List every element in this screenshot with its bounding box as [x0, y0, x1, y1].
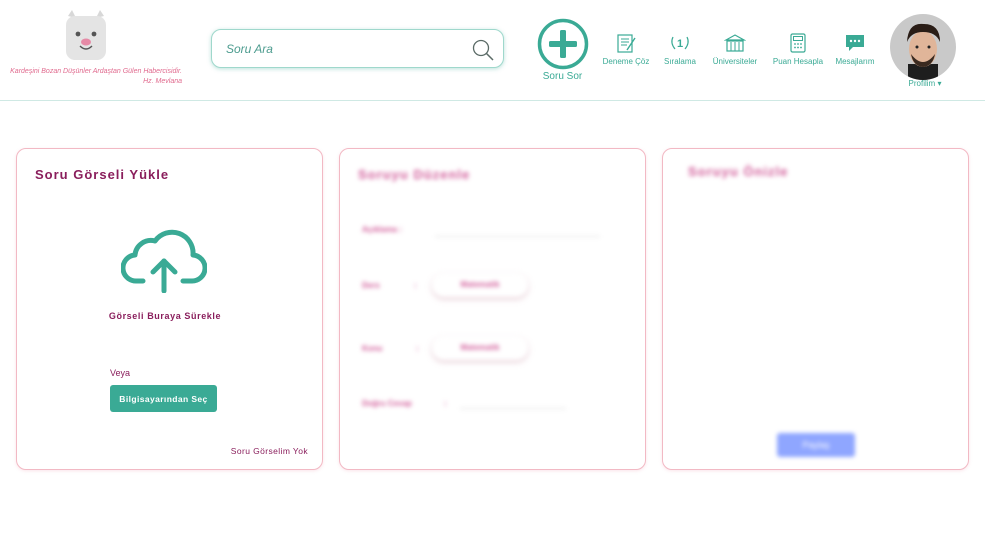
nav-item-calculator[interactable]: Puan Hesapla — [770, 32, 826, 66]
edit-card-title: Soruyu Düzenle — [358, 167, 471, 182]
edit-card: Soruyu Düzenle Açıklama : Ders : Matemat… — [339, 148, 646, 470]
topic-label: Konu — [362, 344, 383, 353]
search-input[interactable] — [226, 39, 466, 59]
description-label: Açıklama : — [362, 225, 403, 234]
nav-label-messages: Mesajlarım — [835, 57, 875, 66]
upload-card: Soru Görseli Yükle Görseli Buraya Sürekl… — [16, 148, 323, 470]
search-icon[interactable] — [471, 38, 495, 62]
ask-question-label: Soru Sor — [542, 71, 583, 82]
nav-item-universities[interactable]: Üniversiteler — [709, 32, 761, 66]
message-icon — [846, 35, 864, 51]
upload-card-title: Soru Görseli Yükle — [35, 167, 170, 182]
share-button[interactable]: Paylaş — [777, 433, 855, 457]
tagline-text: Kardeşini Bozan Düşünler Ardaştan Gülen … — [10, 68, 182, 85]
cloud-upload-icon[interactable] — [121, 227, 207, 293]
llama-logo-icon[interactable] — [60, 10, 112, 62]
profile-menu-label[interactable]: Profilim ▾ — [900, 79, 950, 88]
correct-answer-input[interactable] — [460, 408, 566, 409]
search-bar[interactable] — [211, 29, 504, 68]
nav-label-calculator: Puan Hesapla — [772, 57, 824, 66]
svg-text:1: 1 — [677, 38, 683, 50]
lesson-colon: : — [414, 281, 417, 290]
drop-zone-label: Görseli Buraya Sürekle — [108, 311, 222, 321]
university-icon — [724, 34, 746, 52]
topic-colon: : — [416, 344, 419, 353]
nav-item-ranking[interactable]: 1 Sıralama — [660, 32, 700, 66]
lesson-label: Ders — [362, 281, 380, 290]
avatar[interactable] — [890, 14, 956, 80]
lesson-select[interactable]: Matematik — [432, 273, 528, 297]
topic-select[interactable]: Matematik — [432, 336, 528, 360]
or-label: Veya — [110, 368, 131, 378]
preview-card-title: Soruyu Önizle — [688, 164, 789, 179]
description-input[interactable] — [435, 236, 600, 237]
ask-question-button[interactable]: Soru Sor — [535, 18, 590, 86]
preview-card: Soruyu Önizle Paylaş — [662, 148, 969, 470]
nav-label-ranking: Sıralama — [663, 57, 696, 66]
top-header: Kardeşini Bozan Düşünler Ardaştan Gülen … — [0, 0, 985, 101]
exam-icon — [617, 34, 636, 53]
plus-circle-icon — [537, 18, 588, 70]
nav-label-exam: Deneme Çöz — [602, 57, 650, 66]
nav-item-exam[interactable]: Deneme Çöz — [600, 32, 652, 66]
answer-colon: : — [444, 399, 447, 408]
nav-label-universities: Üniversiteler — [712, 57, 758, 66]
nav-item-messages[interactable]: Mesajlarım — [833, 32, 877, 66]
upload-status-text: Soru Görselim Yok — [230, 446, 308, 456]
choose-from-computer-button[interactable]: Bilgisayarından Seç — [110, 385, 217, 412]
correct-answer-label: Doğru Cevap — [362, 399, 412, 408]
ranking-icon: 1 — [671, 36, 689, 50]
calculator-icon — [790, 33, 806, 53]
